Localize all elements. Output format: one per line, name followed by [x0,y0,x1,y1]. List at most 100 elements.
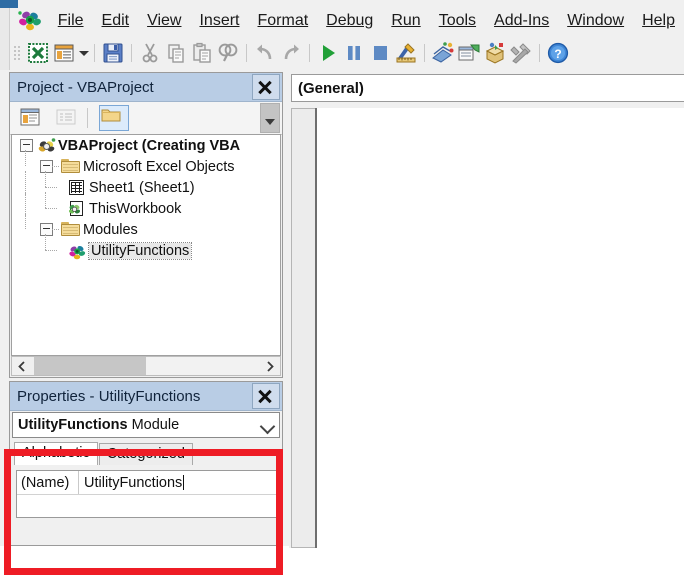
tab-alphabetic[interactable]: Alphabetic [14,442,98,465]
properties-close-icon[interactable] [252,383,280,409]
view-code-icon[interactable] [16,105,46,131]
view-object-icon[interactable] [52,105,82,131]
scrollbar-track[interactable] [146,357,260,375]
tree-node-modules[interactable]: Modules [12,213,280,240]
redo-icon[interactable] [279,41,303,65]
tree-node-thisworkbook[interactable]: ThisWorkbook [12,192,280,219]
object-browser-icon[interactable] [483,41,507,65]
code-text-area[interactable] [315,108,684,548]
toggle-folders-icon[interactable] [99,105,129,131]
tree-node-label: UtilityFunctions [87,241,193,260]
tree-connector [45,250,57,251]
properties-object-combobox[interactable]: UtilityFunctions Module [12,412,280,438]
code-object-dropdown[interactable]: (General) [291,74,684,102]
worksheet-icon [68,179,86,196]
property-row-empty [17,495,277,518]
svg-text:?: ? [554,47,561,61]
scroll-left-icon[interactable] [12,357,32,375]
chevron-down-icon[interactable] [257,413,279,437]
toolbar-separator [539,44,540,62]
properties-grid[interactable]: (Name) UtilityFunctions [16,470,278,518]
menu-item-insert[interactable]: Insert [190,9,248,33]
project-explorer-close-icon[interactable] [252,74,280,100]
tree-node-label: Sheet1 (Sheet1) [89,179,195,196]
tree-node-utilityfunctions[interactable]: UtilityFunctions [12,234,280,261]
toolbox-icon[interactable] [509,41,533,65]
tree-connector [45,208,57,209]
application-chrome: File Edit View Insert Format Debug Run T… [0,0,684,70]
tree-node-vbaproject[interactable]: VBAProject (Creating VBA [12,135,280,156]
folder-icon [61,159,80,174]
project-explorer-titlebar[interactable]: Project - VBAProject [10,73,282,102]
property-value-cell[interactable]: UtilityFunctions [79,471,277,494]
tree-connector [25,150,26,166]
tree-node-label: ThisWorkbook [89,200,182,217]
vba-logo-icon [17,9,43,33]
project-explorer-title: Project - VBAProject [17,78,154,96]
menu-item-window[interactable]: Window [558,9,633,33]
properties-window-icon[interactable] [457,41,481,65]
property-value-text: UtilityFunctions [84,474,183,491]
toolbar-separator [309,44,310,62]
properties-tabstrip: Alphabetic Categorized [14,442,282,465]
main-workspace: Project - VBAProject VBAProject (Creatin… [0,70,684,575]
standard-toolbar: ? [0,38,684,68]
tree-expander-icon[interactable] [20,139,33,152]
tree-node-label: Microsoft Excel Objects [83,158,235,175]
save-icon[interactable] [101,41,125,65]
copy-icon[interactable] [164,41,188,65]
menubar-drag-handle[interactable] [12,12,13,30]
workbook-icon [68,200,86,217]
code-object-dropdown-label: (General) [298,79,364,97]
project-toolbar-separator [87,108,88,128]
menu-item-tools-label: Tools [438,12,477,29]
scroll-right-icon[interactable] [260,357,280,375]
toolbar-separator [131,44,132,62]
menu-item-window-label: Window [567,12,625,29]
menu-item-tools[interactable]: Tools [430,9,485,33]
cut-icon[interactable] [138,41,162,65]
scrollbar-thumb[interactable] [34,357,146,375]
insert-userform-icon[interactable] [52,41,76,65]
tree-connector [52,229,59,230]
menu-item-format-label: Format [257,12,309,29]
menu-item-view[interactable]: View [138,9,190,33]
insert-dropdown-caret-icon[interactable] [77,41,89,65]
properties-titlebar[interactable]: Properties - UtilityFunctions [10,382,282,411]
tree-node-sheet1[interactable]: Sheet1 (Sheet1) [12,171,280,198]
menu-item-addins[interactable]: Add-Ins [485,9,558,33]
reset-icon[interactable] [368,41,392,65]
break-icon[interactable] [342,41,366,65]
design-mode-icon[interactable] [394,41,418,65]
code-margin-indicator-bar[interactable] [291,108,315,548]
properties-object-name: UtilityFunctions [18,417,128,433]
view-excel-icon[interactable] [26,41,50,65]
project-tree-horizontal-scrollbar[interactable] [11,356,281,376]
tree-node-excel-objects[interactable]: Microsoft Excel Objects [12,150,280,177]
menu-bar: File Edit View Insert Format Debug Run T… [0,6,684,36]
menu-item-file[interactable]: File [49,9,93,33]
undo-icon[interactable] [253,41,277,65]
run-icon[interactable] [316,41,340,65]
menu-item-format[interactable]: Format [249,9,318,33]
project-explorer-icon[interactable] [431,41,455,65]
menu-item-run[interactable]: Run [382,9,429,33]
module-icon [68,243,86,259]
property-row-name[interactable]: (Name) UtilityFunctions [17,471,277,495]
properties-object-value: UtilityFunctions Module [13,417,257,433]
project-explorer-scroll-down-icon[interactable] [260,103,280,133]
menu-item-debug[interactable]: Debug [317,9,382,33]
project-tree[interactable]: VBAProject (Creating VBA Microsoft Excel… [11,134,281,356]
toolbar-drag-handle[interactable] [12,44,21,62]
tree-connector [45,171,46,187]
find-icon[interactable] [216,41,240,65]
menu-item-edit-label: Edit [101,12,130,29]
folder-icon [61,222,80,237]
tab-categorized[interactable]: Categorized [98,443,193,465]
tree-connector [45,234,46,250]
toolbar-separator [246,44,247,62]
menu-item-help[interactable]: Help [633,9,684,33]
help-icon[interactable]: ? [546,41,570,65]
menu-item-edit[interactable]: Edit [93,9,139,33]
paste-icon[interactable] [190,41,214,65]
